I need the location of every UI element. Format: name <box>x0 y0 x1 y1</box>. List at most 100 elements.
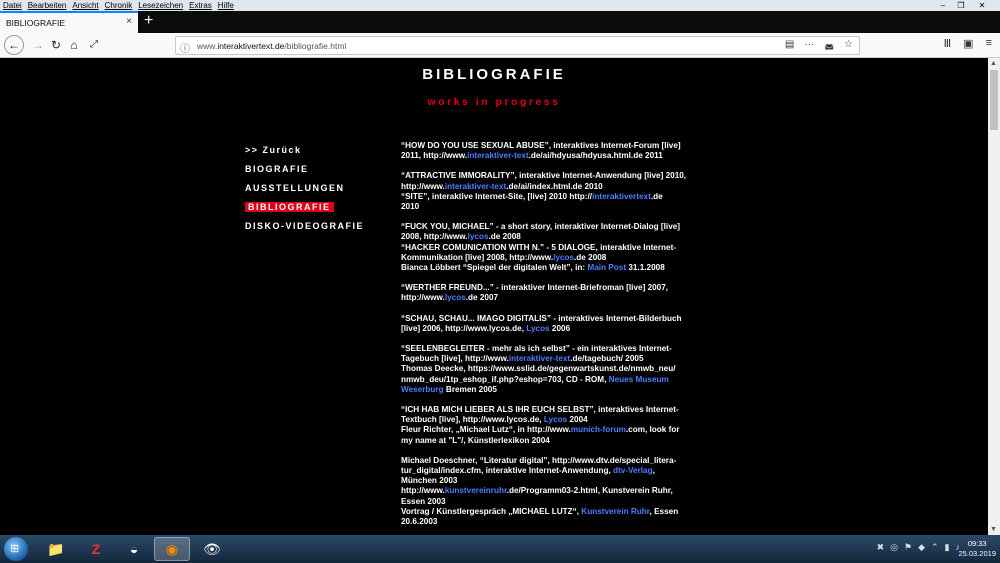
viewer-icon[interactable]: 👁 <box>194 537 230 561</box>
bibliography-link[interactable]: interaktiver-text <box>509 354 570 363</box>
bibliography-link[interactable]: Lycos <box>544 415 567 424</box>
toolbar-right: Ⅲ ▣ ≡ <box>944 37 992 50</box>
nav-bibliografie-label: BIBLIOGRAFIE <box>245 202 334 212</box>
bibliography-entry: Michael Doeschner, “Literatur digital”, … <box>401 456 741 527</box>
taskbar: ⊞ 📁 Z ◒ ◉ 👁 ✖ ◎ ⚑ ◆ ⌃ ▮ ♪ 09:33 25.03.20… <box>0 535 1000 563</box>
fullscreen-icon[interactable]: ⤢ <box>86 37 102 53</box>
menu-datei[interactable]: Datei <box>3 0 22 11</box>
nav-diskovideografie-label: DISKO-VIDEOGRAFIE <box>245 221 365 231</box>
tab-title: BIBLIOGRAFIE <box>6 18 66 28</box>
forward-arrow-icon[interactable]: → <box>30 37 46 53</box>
windows-logo-icon: ⊞ <box>10 543 20 555</box>
page-title: BIBLIOGRAFIE <box>422 66 566 83</box>
nav-biografie-link[interactable]: BIOGRAFIE <box>245 163 364 182</box>
sidebar-icon[interactable]: ▣ <box>963 37 973 50</box>
start-button[interactable]: ⊞ <box>4 537 28 561</box>
firefox-icon[interactable]: ◉ <box>154 537 190 561</box>
bibliography-link[interactable]: munich-forum <box>571 425 626 434</box>
minimize-icon[interactable]: – <box>934 0 952 11</box>
bibliography-text: Bremen 2005 <box>443 384 497 394</box>
tab-bibliografie[interactable]: BIBLIOGRAFIE × <box>0 11 138 33</box>
bibliography-link[interactable]: interaktiver-text <box>467 151 528 160</box>
menu-ansicht[interactable]: Ansicht <box>72 0 98 11</box>
tray-network-icon[interactable]: ◎ <box>890 542 898 553</box>
tray-flag-icon[interactable]: ⚑ <box>904 542 912 553</box>
bibliography-text: .de 2007 <box>465 293 499 303</box>
tray-security-icon[interactable]: ◆ <box>918 542 925 553</box>
bookmark-star-icon[interactable]: ☆ <box>844 39 853 50</box>
url-path: /bibliografie.html <box>284 41 347 51</box>
menu-hilfe[interactable]: Hilfe <box>218 0 234 11</box>
menu-extras[interactable]: Extras <box>189 0 212 11</box>
address-bar[interactable]: ⓘ www.interaktivertext.de/bibliografie.h… <box>175 36 860 55</box>
new-tab-icon[interactable]: + <box>144 12 153 30</box>
nav-back-label: >> Zurück <box>245 145 302 155</box>
bibliography-list: “HOW DO YOU USE SEXUAL ABUSE”, interakti… <box>401 141 741 535</box>
close-tab-icon[interactable]: × <box>126 16 132 27</box>
filezilla-icon[interactable]: Z <box>78 537 114 561</box>
home-icon[interactable]: ⌂ <box>66 37 82 53</box>
page-content: BIBLIOGRAFIE works in progress >> Zurück… <box>0 58 988 535</box>
bibliography-entry: “WERTHER FREUND...” - interaktiver Inter… <box>401 283 741 303</box>
bibliography-text: 2006 <box>549 323 571 333</box>
system-tray: ✖ ◎ ⚑ ◆ ⌃ ▮ ♪ <box>877 542 960 553</box>
bibliography-entry: “ICH HAB MICH LIEBER ALS IHR EUCH SELBST… <box>401 405 741 446</box>
hamburger-menu-icon[interactable]: ≡ <box>986 37 992 50</box>
scroll-thumb[interactable] <box>990 70 998 130</box>
window-controls: – ❐ ✕ <box>934 0 994 11</box>
menu-chronik[interactable]: Chronik <box>105 0 133 11</box>
page-actions-icon[interactable]: ··· <box>804 39 814 50</box>
close-window-icon[interactable]: ✕ <box>970 0 994 11</box>
bibliography-link[interactable]: Lycos <box>526 324 549 333</box>
bibliography-entry: “SCHAU, SCHAU... IMAGO DIGITALIS” - inte… <box>401 314 741 334</box>
bibliography-link[interactable]: lycos <box>468 232 489 241</box>
clock[interactable]: 09:33 25.03.2019 <box>958 539 996 559</box>
explorer-icon[interactable]: 📁 <box>38 537 74 561</box>
bibliography-link[interactable]: kunstvereinruhr <box>445 486 507 495</box>
bibliography-link[interactable]: interaktiver-text <box>445 182 506 191</box>
bibliography-text: “FUCK YOU, MICHAEL” - a short story, int… <box>401 222 681 242</box>
reload-icon[interactable]: ↻ <box>48 37 64 53</box>
reader-view-icon[interactable]: ▤ <box>785 39 794 50</box>
tab-bar: BIBLIOGRAFIE × + <box>0 11 1000 33</box>
bibliography-text: 31.1.2008 <box>626 263 665 273</box>
url-text[interactable]: www.interaktivertext.de/bibliografie.htm… <box>197 41 346 51</box>
navigation-toolbar: ← → ↻ ⌂ ⤢ ⓘ www.interaktivertext.de/bibl… <box>0 33 1000 58</box>
scroll-up-icon[interactable]: ▲ <box>990 60 997 67</box>
bibliography-link[interactable]: lycos <box>445 293 466 302</box>
bibliography-link[interactable]: Kunstverein Ruhr <box>581 507 649 516</box>
side-navigation: >> Zurück BIOGRAFIE AUSSTELLUNGEN BIBLIO… <box>245 144 364 239</box>
bibliography-entry: “FUCK YOU, MICHAEL” - a short story, int… <box>401 222 741 273</box>
url-prefix: www. <box>197 41 218 51</box>
signal-icon[interactable]: ▮ <box>945 542 950 553</box>
clock-time: 09:33 <box>967 539 987 548</box>
app-icon[interactable]: ◒ <box>116 537 152 561</box>
scroll-down-icon[interactable]: ▼ <box>990 526 997 533</box>
library-icon[interactable]: Ⅲ <box>944 37 952 50</box>
menu-bearbeiten[interactable]: Bearbeiten <box>28 0 67 11</box>
nav-ausstellungen-link[interactable]: AUSSTELLUNGEN <box>245 182 364 201</box>
menu-lesezeichen[interactable]: Lesezeichen <box>138 0 183 11</box>
url-actions: ▤ ··· ◛ ☆ <box>785 39 853 50</box>
pocket-icon[interactable]: ◛ <box>824 39 834 50</box>
bibliography-text: “WERTHER FREUND...” - interaktiver Inter… <box>401 283 669 303</box>
menu-bar: Datei Bearbeiten Ansicht Chronik Lesezei… <box>0 0 1000 11</box>
restore-icon[interactable]: ❐ <box>952 0 970 11</box>
show-hidden-icon[interactable]: ⌃ <box>931 542 939 553</box>
nav-biografie-label: BIOGRAFIE <box>245 164 309 174</box>
bibliography-entry: “HOW DO YOU USE SEXUAL ABUSE”, interakti… <box>401 141 741 161</box>
bibliography-link[interactable]: Main Post <box>587 263 626 272</box>
bibliography-link[interactable]: interaktivertext <box>592 192 651 201</box>
vertical-scrollbar[interactable]: ▲ ▼ <box>988 58 1000 535</box>
clock-date: 25.03.2019 <box>958 549 996 558</box>
nav-bibliografie-link[interactable]: BIBLIOGRAFIE <box>245 201 364 220</box>
nav-ausstellungen-label: AUSSTELLUNGEN <box>245 183 345 193</box>
url-host: interaktivertext.de <box>217 41 285 51</box>
bibliography-link[interactable]: dtv-Verlag <box>613 466 653 475</box>
back-arrow-icon[interactable]: ← <box>4 35 24 55</box>
tray-app-icon[interactable]: ✖ <box>877 542 885 553</box>
bibliography-link[interactable]: lycos <box>553 253 574 262</box>
info-icon[interactable]: ⓘ <box>180 40 190 55</box>
nav-diskovideografie-link[interactable]: DISKO-VIDEOGRAFIE <box>245 220 364 239</box>
nav-back-link[interactable]: >> Zurück <box>245 144 364 163</box>
